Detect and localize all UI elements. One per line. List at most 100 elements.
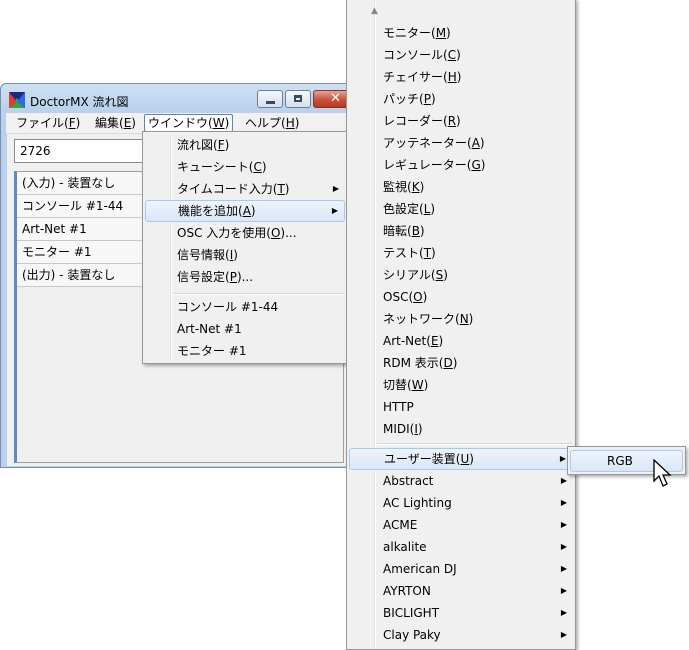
menu-item-label: 色設定( xyxy=(383,202,424,216)
add-function-submenu: ▲ モニター(M) コンソール(C) チェイサー(H) パッチ(P) レコーダー(R) ア… xyxy=(346,0,576,650)
menu-item-label: ネットワーク( xyxy=(383,312,460,326)
menu-edit[interactable]: 編集(E) xyxy=(92,115,139,131)
menu-item-american-dj[interactable]: American DJ ▶ xyxy=(349,558,573,580)
menu-item-flowchart[interactable]: 流れ図(F) xyxy=(145,134,345,156)
menu-item-label: アッテネーター( xyxy=(383,136,472,150)
chevron-right-icon: ▶ xyxy=(560,586,567,595)
menu-item-label-end: ) xyxy=(423,378,429,392)
menu-item-label-end: ) xyxy=(443,268,448,282)
scroll-up-arrow-icon[interactable]: ▲ xyxy=(371,6,378,16)
menu-item-accelerator: A xyxy=(471,136,480,150)
chevron-right-icon: ▶ xyxy=(560,564,567,573)
title-bar[interactable]: DoctorMX 流れ図 ✕ xyxy=(1,84,357,114)
menu-item-accelerator: O xyxy=(413,290,423,304)
menu-item-ayrton[interactable]: AYRTON ▶ xyxy=(349,580,573,602)
chevron-right-icon: ▶ xyxy=(560,520,567,529)
menu-item-accelerator: W xyxy=(411,378,424,392)
menu-item-signal-settings[interactable]: 信号設定(P)... xyxy=(145,266,345,288)
menu-item-label: ACME xyxy=(383,518,418,532)
menu-window[interactable]: ウインドウ(W) xyxy=(144,114,234,132)
menu-item-label: AYRTON xyxy=(383,584,431,598)
menu-item-patch[interactable]: パッチ(P) xyxy=(349,88,573,110)
menu-item-label-end: ) xyxy=(456,114,461,128)
menu-item-label: HTTP xyxy=(383,400,414,414)
menu-item-monitor[interactable]: モニター(M) xyxy=(349,22,573,44)
menu-item-label: シリアル( xyxy=(383,268,436,282)
menu-item-cuesheet[interactable]: キューシート(C) xyxy=(145,156,345,178)
menu-item-regulator[interactable]: レギュレーター(G) xyxy=(349,154,573,176)
menu-item-label-end: ) xyxy=(417,422,423,436)
menu-item-signal-info[interactable]: 信号情報(I) xyxy=(145,244,345,266)
menu-item-accelerator: B xyxy=(411,224,420,238)
menu-item-accelerator: G xyxy=(471,158,481,172)
menu-item-accelerator: H xyxy=(447,70,457,84)
chevron-right-icon: ▶ xyxy=(559,454,566,463)
minimize-button[interactable] xyxy=(257,90,283,108)
close-icon: ✕ xyxy=(330,91,341,106)
menu-item-biclight[interactable]: BICLIGHT ▶ xyxy=(349,602,573,624)
menu-item-blackout[interactable]: 暗転(B) xyxy=(349,220,573,242)
menu-item-label: ユーザー装置( xyxy=(384,452,461,466)
menu-item-label-end: ) xyxy=(446,26,451,40)
menu-item-label: American DJ xyxy=(383,562,457,576)
menu-item-label: BICLIGHT xyxy=(383,606,440,620)
menu-item-rdm-view[interactable]: RDM 表示(D) xyxy=(349,352,573,374)
menu-item-accelerator: U xyxy=(460,452,470,466)
menu-separator xyxy=(173,293,344,295)
menu-item-monitor-window[interactable]: モニター #1 xyxy=(145,340,345,362)
menu-item-label: 監視( xyxy=(383,180,412,194)
menu-item-osc[interactable]: OSC(O) xyxy=(349,286,573,308)
menu-item-clay-paky[interactable]: Clay Paky ▶ xyxy=(349,624,573,646)
menu-item-artnet[interactable]: Art-Net(E) xyxy=(349,330,573,352)
menu-item-label: OSC( xyxy=(383,290,414,304)
menu-item-label: 暗転( xyxy=(383,224,412,238)
menu-item-ac-lighting[interactable]: AC Lighting ▶ xyxy=(349,492,573,514)
value-input[interactable]: 2726 xyxy=(14,139,144,163)
menu-item-watch[interactable]: 監視(K) xyxy=(349,176,573,198)
menu-item-label-end: ) xyxy=(456,48,461,62)
menu-item-label: コンソール( xyxy=(383,48,448,62)
menu-item-midi[interactable]: MIDI(I) xyxy=(349,418,573,440)
menu-item-label-end: ) xyxy=(468,312,474,326)
menu-item-add-function[interactable]: 機能を追加(A) ▶ xyxy=(145,200,345,222)
menu-item-accelerator: E xyxy=(430,334,439,348)
menu-item-switch[interactable]: 切替(W) xyxy=(349,374,573,396)
menu-item-accelerator: D xyxy=(443,356,453,370)
menu-item-serial[interactable]: シリアル(S) xyxy=(349,264,573,286)
menu-item-label-end: ) xyxy=(452,356,458,370)
menu-item-label: レギュレーター( xyxy=(383,158,472,172)
menu-item-label: テスト( xyxy=(383,246,424,260)
menu-item-user-device[interactable]: ユーザー装置(U) ▶ xyxy=(349,448,573,470)
menu-item-label-end: ) xyxy=(456,70,462,84)
chevron-right-icon: ▶ xyxy=(560,630,567,639)
menu-item-chaser[interactable]: チェイサー(H) xyxy=(349,66,573,88)
menu-item-label-end: ) xyxy=(419,180,425,194)
menu-item-label-end: ) xyxy=(419,224,425,238)
menu-item-console-window[interactable]: コンソール #1-44 xyxy=(145,296,345,318)
menu-item-label: MIDI( xyxy=(383,422,415,436)
menu-item-alkalite[interactable]: alkalite ▶ xyxy=(349,536,573,558)
menu-item-acme[interactable]: ACME ▶ xyxy=(349,514,573,536)
menu-help[interactable]: ヘルプ(H) xyxy=(242,115,302,131)
menu-file[interactable]: ファイル(F) xyxy=(13,115,83,131)
menu-item-test[interactable]: テスト(T) xyxy=(349,242,573,264)
menu-item-use-osc-input[interactable]: OSC 入力を使用(O)... xyxy=(145,222,345,244)
chevron-right-icon: ▶ xyxy=(560,498,567,507)
menu-item-recorder[interactable]: レコーダー(R) xyxy=(349,110,573,132)
menu-item-label-end: ) xyxy=(431,246,436,260)
chevron-right-icon: ▶ xyxy=(332,184,339,193)
menu-item-console[interactable]: コンソール(C) xyxy=(349,44,573,66)
menu-item-label-end: ) xyxy=(480,158,486,172)
menu-item-http[interactable]: HTTP xyxy=(349,396,573,418)
menu-separator xyxy=(377,443,572,445)
menu-item-artnet-window[interactable]: Art-Net #1 xyxy=(145,318,345,340)
menu-item-network[interactable]: ネットワーク(N) xyxy=(349,308,573,330)
menu-item-accelerator: P xyxy=(423,92,431,106)
menu-item-timecode-input[interactable]: タイムコード入力(T) ▶ xyxy=(145,178,345,200)
menu-item-color-settings[interactable]: 色設定(L) xyxy=(349,198,573,220)
menu-item-attenuator[interactable]: アッテネーター(A) xyxy=(349,132,573,154)
maximize-button[interactable] xyxy=(285,90,311,108)
menu-item-label-end: ) xyxy=(422,290,428,304)
menu-item-label: Clay Paky xyxy=(383,628,441,642)
menu-item-abstract[interactable]: Abstract ▶ xyxy=(349,470,573,492)
